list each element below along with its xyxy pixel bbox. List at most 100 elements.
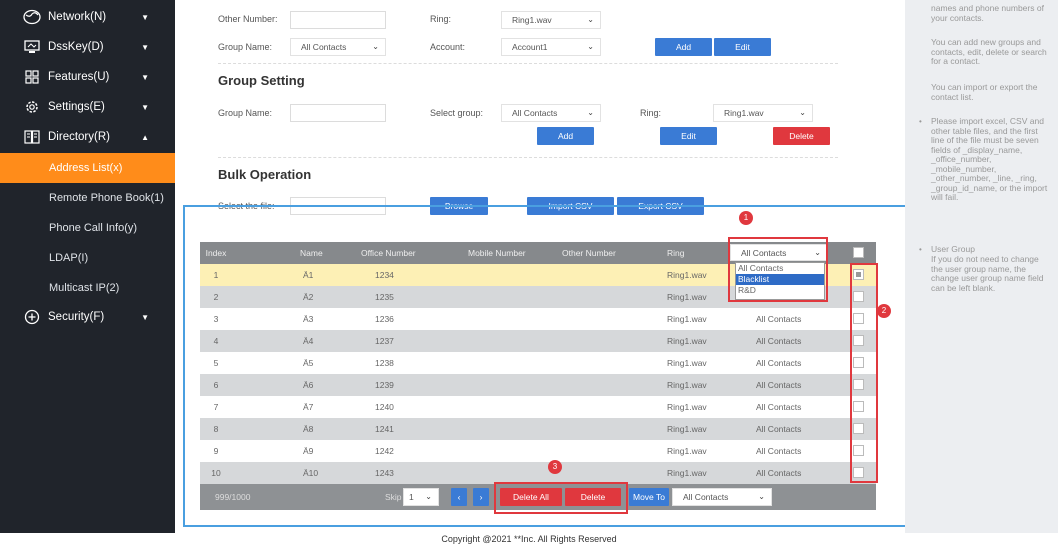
copyright-text: Copyright @2021 **Inc. All Rights Reserv… xyxy=(441,534,617,544)
col-name: Name xyxy=(300,248,323,258)
cell-office-number: 1243 xyxy=(375,468,394,478)
nav-dsskey[interactable]: DssKey(D) ▼ xyxy=(0,32,175,62)
globe-icon xyxy=(22,9,42,25)
col-other-number: Other Number xyxy=(562,248,616,258)
page-footer: Copyright @2021 **Inc. All Rights Reserv… xyxy=(0,533,1058,555)
cell-group: All Contacts xyxy=(756,446,802,456)
move-to-select[interactable]: All Contacts ⌄ xyxy=(672,488,772,506)
gs-ring-label: Ring: xyxy=(640,108,662,118)
select-group-label: Select group: xyxy=(430,108,484,118)
select-group-value: All Contacts xyxy=(512,108,558,118)
account-select[interactable]: Account1 ⌄ xyxy=(501,38,601,56)
group-delete-button[interactable]: Delete xyxy=(773,127,830,145)
nav-network[interactable]: Network(N) ▼ xyxy=(0,2,175,32)
cell-name: Ä8 xyxy=(303,424,314,434)
cell-ring: Ring1.wav xyxy=(667,336,707,346)
page-select-value: 1 xyxy=(409,492,414,502)
annotation-badge-1: 1 xyxy=(739,211,753,225)
nav-settings[interactable]: Settings(E) ▼ xyxy=(0,92,175,122)
chevron-down-icon: ▼ xyxy=(141,312,149,322)
nav-security[interactable]: Security(F) ▼ xyxy=(0,302,175,332)
cell-office-number: 1240 xyxy=(375,402,394,412)
cell-office-number: 1237 xyxy=(375,336,394,346)
cell-ring: Ring1.wav xyxy=(667,402,707,412)
cell-group: All Contacts xyxy=(756,314,802,324)
chevron-down-icon: ⌄ xyxy=(587,15,594,24)
group-setting-title: Group Setting xyxy=(218,73,305,88)
cell-index: 6 xyxy=(213,380,219,390)
sub-remote-phone-book[interactable]: Remote Phone Book(1) xyxy=(0,183,175,213)
sub-ldap[interactable]: LDAP(I) xyxy=(0,243,175,273)
cell-office-number: 1234 xyxy=(375,270,394,280)
nav-features[interactable]: Features(U) ▼ xyxy=(0,62,175,92)
group-add-button[interactable]: Add xyxy=(537,127,594,145)
nav-directory-label: Directory(R) xyxy=(48,131,110,143)
nav-features-label: Features(U) xyxy=(48,71,110,83)
table-row[interactable]: 9 Ä9 1242 Ring1.wav All Contacts xyxy=(200,440,876,462)
ring-label: Ring: xyxy=(430,14,452,24)
cell-index: 5 xyxy=(213,358,219,368)
ring-select[interactable]: Ring1.wav ⌄ xyxy=(501,11,601,29)
table-row[interactable]: 6 Ä6 1239 Ring1.wav All Contacts xyxy=(200,374,876,396)
gs-group-name-label: Group Name: xyxy=(218,108,273,118)
page-select[interactable]: 1 ⌄ xyxy=(403,488,439,506)
table-row[interactable]: 8 Ä8 1241 Ring1.wav All Contacts xyxy=(200,418,876,440)
chevron-down-icon: ⌄ xyxy=(587,108,594,117)
bullet-icon: • xyxy=(919,245,922,254)
table-row[interactable]: 3 Ä3 1236 Ring1.wav All Contacts xyxy=(200,308,876,330)
cell-index: 7 xyxy=(213,402,219,412)
cell-group: All Contacts xyxy=(756,468,802,478)
help-text-1: names and phone numbers of your contacts… xyxy=(931,3,1044,23)
gs-group-name-input[interactable] xyxy=(290,104,386,122)
cell-office-number: 1236 xyxy=(375,314,394,324)
annotation-badge-3: 3 xyxy=(548,460,562,474)
book-icon xyxy=(22,129,42,145)
select-all-checkbox[interactable] xyxy=(853,247,864,258)
move-to-button[interactable]: Move To xyxy=(629,488,669,506)
cell-group: All Contacts xyxy=(756,402,802,412)
account-select-value: Account1 xyxy=(512,42,548,52)
cell-ring: Ring1.wav xyxy=(667,468,707,478)
cell-ring: Ring1.wav xyxy=(667,446,707,456)
cell-index: 10 xyxy=(211,468,221,478)
cell-name: Ä1 xyxy=(303,270,314,280)
gs-ring-value: Ring1.wav xyxy=(724,108,764,118)
chevron-down-icon: ⌄ xyxy=(758,492,765,501)
annotation-box-1 xyxy=(728,237,828,302)
table-row[interactable]: 5 Ä5 1238 Ring1.wav All Contacts xyxy=(200,352,876,374)
cell-index: 1 xyxy=(213,270,219,280)
bullet-icon: • xyxy=(919,117,922,126)
select-group-select[interactable]: All Contacts ⌄ xyxy=(501,104,601,122)
sub-multicast-ip[interactable]: Multicast IP(2) xyxy=(0,273,175,303)
table-row[interactable]: 4 Ä4 1237 Ring1.wav All Contacts xyxy=(200,330,876,352)
nav-directory[interactable]: Directory(R) ▲ xyxy=(0,122,175,152)
chevron-down-icon: ⌄ xyxy=(372,42,379,51)
col-ring: Ring xyxy=(667,248,685,258)
divider xyxy=(218,157,838,158)
prev-page-button[interactable]: ‹ xyxy=(451,488,467,506)
cell-office-number: 1242 xyxy=(375,446,394,456)
chevron-down-icon: ▼ xyxy=(141,12,149,22)
bulk-operation-title: Bulk Operation xyxy=(218,167,312,182)
table-row[interactable]: 10 Ä10 1243 Ring1.wav All Contacts xyxy=(200,462,876,484)
nav-network-label: Network(N) xyxy=(48,11,107,23)
record-count: 999/1000 xyxy=(215,492,251,502)
help-text-3: You can import or export the contact lis… xyxy=(931,82,1038,102)
contact-edit-button[interactable]: Edit xyxy=(714,38,771,56)
sub-address-list[interactable]: Address List(x) xyxy=(0,153,175,183)
contact-add-button[interactable]: Add xyxy=(655,38,712,56)
table-row[interactable]: 7 Ä7 1240 Ring1.wav All Contacts xyxy=(200,396,876,418)
chevron-down-icon: ▼ xyxy=(141,42,149,52)
gear-icon xyxy=(22,99,42,115)
col-index: Index xyxy=(205,248,227,258)
col-mobile-number: Mobile Number xyxy=(468,248,526,258)
sub-phone-call-info[interactable]: Phone Call Info(y) xyxy=(0,213,175,243)
group-name-select[interactable]: All Contacts ⌄ xyxy=(290,38,386,56)
next-page-button[interactable]: › xyxy=(473,488,489,506)
gs-ring-select[interactable]: Ring1.wav ⌄ xyxy=(713,104,813,122)
other-number-input[interactable] xyxy=(290,11,386,29)
cell-ring: Ring1.wav xyxy=(667,314,707,324)
help-text-6: If you do not need to change the user gr… xyxy=(931,254,1044,293)
chevron-down-icon: ⌄ xyxy=(425,492,432,501)
group-edit-button[interactable]: Edit xyxy=(660,127,717,145)
